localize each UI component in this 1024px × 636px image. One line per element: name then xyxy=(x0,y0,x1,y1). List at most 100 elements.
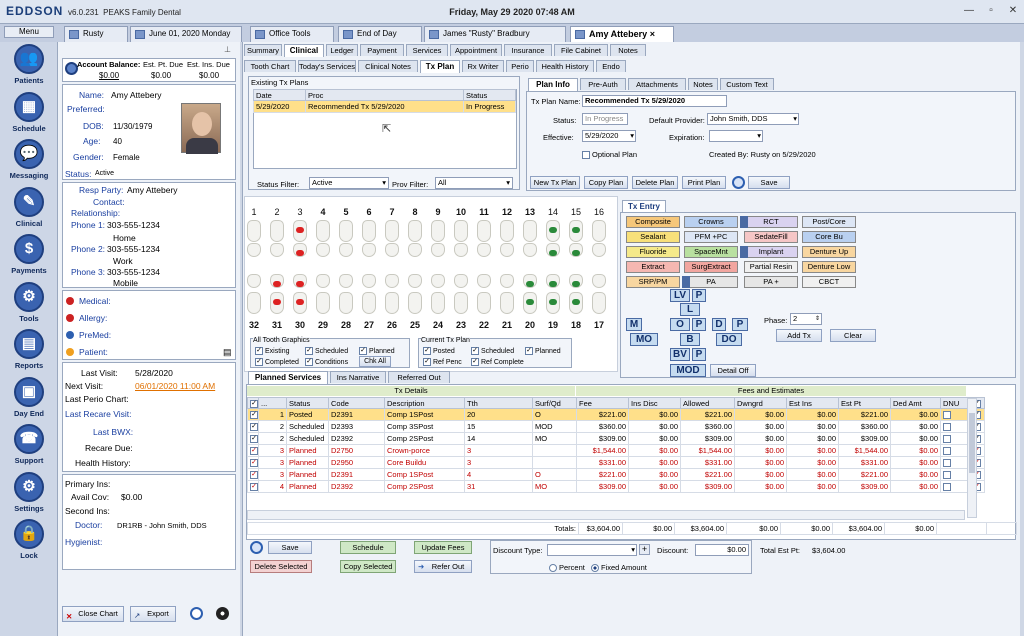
menu-button[interactable]: Menu xyxy=(4,26,54,38)
col-surf-qd[interactable]: Surf/Qd xyxy=(532,397,577,409)
subtab-rx-writer[interactable]: Rx Writer xyxy=(462,60,504,72)
tx-sealant-button[interactable]: Sealant xyxy=(626,231,680,243)
expiration-date-input[interactable]: ▾ xyxy=(709,130,763,142)
dnu-checkbox[interactable] xyxy=(940,420,971,433)
subtab-tooth-chart[interactable]: Tooth Chart xyxy=(244,60,296,72)
export-button[interactable]: ↗ Export xyxy=(130,606,176,622)
upper-tooth[interactable] xyxy=(454,220,468,242)
plan-tab-pre-auth[interactable]: Pre-Auth xyxy=(580,78,626,90)
dnu-checkbox[interactable] xyxy=(940,432,971,445)
fixed-amount-radio[interactable]: Fixed Amount xyxy=(591,563,647,573)
lower-tooth[interactable] xyxy=(500,292,514,314)
patient-photo[interactable] xyxy=(181,103,221,154)
lower-tooth[interactable] xyxy=(270,292,284,314)
lower-tooth[interactable] xyxy=(293,292,307,314)
lower-tooth-occlusal[interactable] xyxy=(477,274,491,288)
minimize-button[interactable]: — xyxy=(960,5,978,19)
lower-tooth[interactable] xyxy=(316,292,330,314)
nav-item-reports[interactable]: ▤ Reports xyxy=(4,329,54,375)
subtab-clinical-notes[interactable]: Clinical Notes xyxy=(358,60,418,72)
radiation-icon[interactable] xyxy=(216,607,229,620)
completed-checkbox[interactable]: ✓ Completed xyxy=(255,358,299,366)
upper-tooth[interactable] xyxy=(247,220,261,242)
add-discount-icon[interactable]: + xyxy=(639,544,650,555)
col-status[interactable]: Status xyxy=(286,397,329,409)
col-ded-amt[interactable]: Ded Amt xyxy=(890,397,941,409)
lower-tooth-occlusal[interactable] xyxy=(339,274,353,288)
upper-tooth-occlusal[interactable] xyxy=(546,243,560,257)
cur-scheduled-checkbox[interactable]: ✓ Scheduled xyxy=(471,347,514,355)
upper-tooth-occlusal[interactable] xyxy=(431,243,445,257)
lower-tooth-occlusal[interactable] xyxy=(500,274,514,288)
surface-l-button[interactable]: L xyxy=(680,303,700,316)
patient-tab-rusty[interactable]: Rusty xyxy=(64,26,128,42)
upper-tooth[interactable] xyxy=(592,220,606,242)
tx-extract-button[interactable]: Extract xyxy=(626,261,680,273)
copy-plan-button[interactable]: Copy Plan xyxy=(584,176,628,189)
premed-label[interactable]: PreMed: xyxy=(79,330,111,340)
lower-tooth-occlusal[interactable] xyxy=(569,274,583,288)
lower-tooth[interactable] xyxy=(385,292,399,314)
table-row[interactable]: ✓ 3 Planned D2750 Crown-porce 3 $1,544.00 $0.00… xyxy=(247,444,985,457)
table-row[interactable]: ✓ 4 Planned D2392 Comp 2SPost 31 MO $309.00 $0.0… xyxy=(247,480,985,493)
chevron-down-icon[interactable] xyxy=(740,216,748,228)
subtab-tx-plan[interactable]: Tx Plan xyxy=(420,60,460,73)
tab-appointment[interactable]: Appointment xyxy=(450,44,502,56)
tab-notes[interactable]: Notes xyxy=(610,44,646,56)
lower-tooth[interactable] xyxy=(477,292,491,314)
checkbox[interactable] xyxy=(582,151,590,160)
tab-file-cabinet[interactable]: File Cabinet xyxy=(554,44,608,56)
nav-item-payments[interactable]: $ Payments xyxy=(4,234,54,280)
tx-pa-button[interactable]: PA xyxy=(684,276,738,288)
lower-tooth-occlusal[interactable] xyxy=(408,274,422,288)
copy-selected-button[interactable]: Copy Selected xyxy=(340,560,396,573)
col-code[interactable]: Code xyxy=(328,397,385,409)
dnu-checkbox[interactable] xyxy=(940,480,971,493)
lower-tooth-occlusal[interactable] xyxy=(316,274,330,288)
upper-tooth[interactable] xyxy=(408,220,422,242)
col-dwngrd[interactable]: Dwngrd xyxy=(734,397,787,409)
services-save-button[interactable]: Save xyxy=(268,541,312,554)
table-row[interactable]: ✓ 2 Scheduled D2392 Comp 2SPost 14 MO $309.00 $0… xyxy=(247,432,985,445)
surface-p-button[interactable]: P xyxy=(692,318,706,331)
lower-tooth[interactable] xyxy=(247,292,261,314)
surface-mod-button[interactable]: MOD xyxy=(670,364,706,377)
discount-type-select[interactable]: ▾ xyxy=(547,544,637,556)
plan-status-select[interactable]: In Progress▾ xyxy=(582,113,628,125)
delete-plan-button[interactable]: Delete Plan xyxy=(632,176,678,189)
upper-tooth-occlusal[interactable] xyxy=(339,243,353,257)
maximize-button[interactable]: ▫ xyxy=(982,5,1000,19)
row-checkbox[interactable]: ✓ xyxy=(247,444,259,457)
existing-checkbox[interactable]: ✓ Existing xyxy=(255,347,290,355)
tx-pa--button[interactable]: PA + xyxy=(744,276,798,288)
refresh-services-icon[interactable] xyxy=(250,541,263,554)
lower-tooth[interactable] xyxy=(431,292,445,314)
row-checkbox[interactable]: ✓ xyxy=(247,468,259,481)
tx-composite-button[interactable]: Composite xyxy=(626,216,680,228)
col-allowed[interactable]: Allowed xyxy=(680,397,735,409)
tx-fluoride-button[interactable]: Fluoride xyxy=(626,246,680,258)
col-ins-disc[interactable]: Ins Disc xyxy=(628,397,681,409)
plan-name-input[interactable]: Recommended Tx 5/29/2020 xyxy=(582,95,727,107)
plan-tab-notes[interactable]: Notes xyxy=(688,78,718,90)
subtab-perio[interactable]: Perio xyxy=(506,60,534,72)
subtab-endo[interactable]: Endo xyxy=(596,60,626,72)
nav-item-schedule[interactable]: ▦ Schedule xyxy=(4,91,54,138)
vertical-scrollbar[interactable] xyxy=(967,398,977,518)
nav-item-messaging[interactable]: 💬 Messaging xyxy=(4,139,54,185)
tx-surgextract-button[interactable]: SurgExtract xyxy=(684,261,738,273)
upper-tooth-occlusal[interactable] xyxy=(592,243,606,257)
discount-input[interactable]: $0.00 xyxy=(695,544,749,556)
plan-save-button[interactable]: Save xyxy=(748,176,790,189)
effective-date-input[interactable]: 5/29/2020 ▾ xyxy=(582,130,636,142)
lower-tooth[interactable] xyxy=(523,292,537,314)
tab-services[interactable]: Services xyxy=(406,44,448,56)
lower-tooth-occlusal[interactable] xyxy=(270,274,284,288)
upper-tooth[interactable] xyxy=(546,220,560,242)
row-checkbox[interactable]: ✓ xyxy=(247,408,259,421)
services-tab-ins-narrative[interactable]: Ins Narrative xyxy=(330,371,386,383)
conditions-checkbox[interactable]: ✓ Conditions xyxy=(305,358,348,366)
add-tx-button[interactable]: Add Tx xyxy=(776,329,822,342)
nav-item-patients[interactable]: 👥 Patients xyxy=(4,44,54,90)
lower-tooth-occlusal[interactable] xyxy=(431,274,445,288)
